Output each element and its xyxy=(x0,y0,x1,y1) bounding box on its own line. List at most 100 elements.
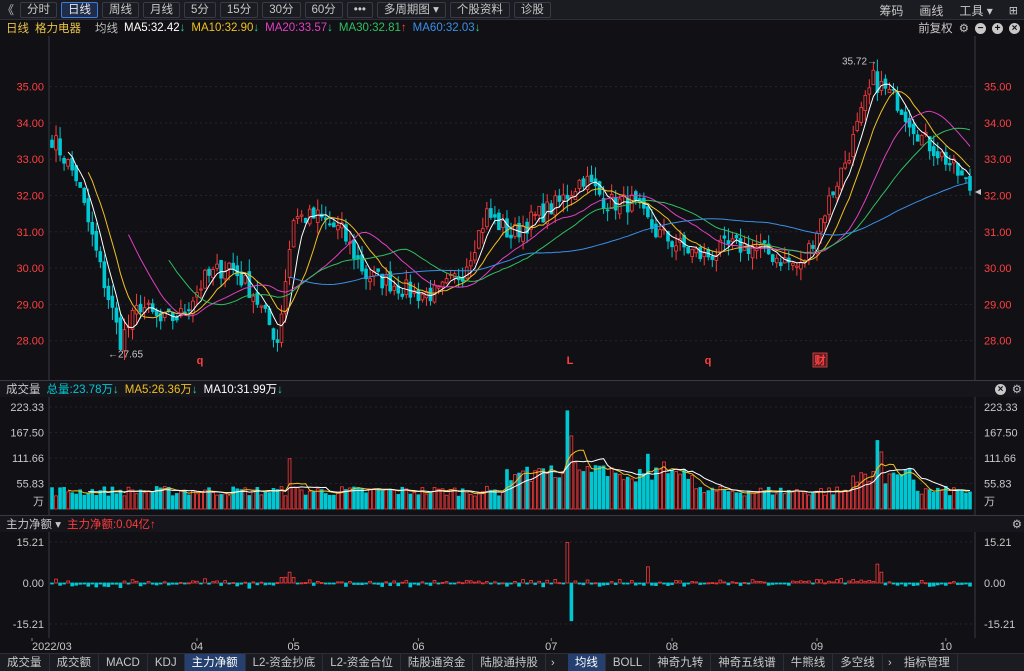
period-button-1[interactable]: 日线 xyxy=(61,1,98,18)
overlay-tab-3[interactable]: 神奇五线谱 xyxy=(711,653,784,671)
flow-bar xyxy=(935,582,940,586)
chevron-right-icon[interactable]: › xyxy=(546,657,560,669)
window-icon[interactable]: ⊞ xyxy=(1009,4,1018,17)
down-arrow-icon: ↓ xyxy=(253,22,260,34)
flow-bar xyxy=(211,581,215,584)
flow-bar xyxy=(863,580,868,584)
minus-icon[interactable]: − xyxy=(975,22,986,34)
candle-body xyxy=(956,163,960,176)
volume-bar xyxy=(923,488,928,510)
flow-bar xyxy=(968,582,972,587)
indicator-tab-0[interactable]: 成交量 xyxy=(0,653,50,671)
close-icon[interactable]: × xyxy=(995,383,1006,395)
candle-body xyxy=(919,134,924,146)
indicator-tab-5[interactable]: L2-资金抄底 xyxy=(246,653,324,671)
settings-icon[interactable]: ⚙ xyxy=(1012,382,1022,396)
period-button-6[interactable]: 30分 xyxy=(262,1,301,18)
candle-body xyxy=(259,305,264,308)
period-button-4[interactable]: 5分 xyxy=(184,1,216,18)
period-buttons: 分时 日线 周线 月线 5分 15分 30分 60分 ••• 多周期图 ▾ 个股资料 诊股 xyxy=(16,1,551,18)
candle-body xyxy=(62,157,66,164)
overlay-tab-0[interactable]: 均线 xyxy=(567,653,606,671)
flow-bar xyxy=(251,581,256,584)
fund-flow-chart[interactable]: 15.21 15.21 0.00 0.00 -15.21 -15.21 xyxy=(0,532,1024,638)
volume-title[interactable]: 成交量 xyxy=(6,381,41,397)
flow-bar xyxy=(529,580,533,584)
volume-bar xyxy=(227,495,231,510)
indicator-tab-2[interactable]: MACD xyxy=(99,653,148,671)
candle-body xyxy=(557,195,562,202)
volume-bar xyxy=(646,453,650,510)
overlay-tab-4[interactable]: 牛熊线 xyxy=(784,653,834,671)
flow-bar xyxy=(875,563,880,584)
volume-bar xyxy=(968,491,972,510)
flow-bar xyxy=(476,580,481,584)
volume-bar xyxy=(191,489,195,510)
flow-bar xyxy=(706,582,711,585)
volume-bar xyxy=(529,481,533,510)
candle-body xyxy=(392,285,397,291)
flow-bar xyxy=(907,582,912,585)
indicator-manage-tab[interactable]: 指标管理 xyxy=(897,653,958,671)
flow-bar xyxy=(621,582,626,585)
volume-bar xyxy=(638,469,642,510)
double-chevron-left-icon[interactable]: 《 xyxy=(0,1,16,18)
close-icon[interactable]: × xyxy=(1009,22,1020,34)
period-button-8[interactable]: ••• xyxy=(346,1,373,18)
period-button-0[interactable]: 分时 xyxy=(20,1,57,18)
flow-bar xyxy=(791,580,795,584)
flow-bar xyxy=(617,579,622,584)
overlay-tab-1[interactable]: BOLL xyxy=(606,653,651,671)
ma-indicator-label[interactable]: 均线 xyxy=(95,20,118,36)
volume-bar xyxy=(903,469,908,510)
indicator-tab-4[interactable]: 主力净额 xyxy=(184,653,246,671)
indicator-tab-7[interactable]: 陆股通资金 xyxy=(401,653,474,671)
indicator-tab-6[interactable]: L2-资金合位 xyxy=(323,653,401,671)
period-button-9[interactable]: 多周期图 ▾ xyxy=(376,1,446,18)
adjust-mode-button[interactable]: 前复权 xyxy=(918,20,953,36)
candle-body xyxy=(863,95,868,111)
candle-body xyxy=(328,223,332,226)
period-button-10[interactable]: 个股资料 xyxy=(449,1,510,18)
period-button-5[interactable]: 15分 xyxy=(219,1,259,18)
indicator-tab-3[interactable]: KDJ xyxy=(148,653,185,671)
period-button-2[interactable]: 周线 xyxy=(102,1,139,18)
flow-bar xyxy=(722,581,727,584)
settings-icon[interactable]: ⚙ xyxy=(1012,517,1022,531)
volume-bar xyxy=(501,491,505,510)
flow-bar xyxy=(102,582,107,587)
volume-bar xyxy=(456,495,461,510)
candle-body xyxy=(895,92,900,111)
flow-bar xyxy=(919,580,924,584)
period-label[interactable]: 日线 xyxy=(6,20,29,36)
period-button-11[interactable]: 诊股 xyxy=(513,1,551,18)
volume-bar xyxy=(939,490,944,510)
period-button-3[interactable]: 月线 xyxy=(143,1,180,18)
candle-body xyxy=(54,135,58,151)
candle-body xyxy=(239,271,244,286)
settings-icon[interactable]: ⚙ xyxy=(959,21,969,35)
volume-bar xyxy=(328,494,332,510)
flow-bar xyxy=(807,580,811,584)
date-axis: 2022/03 04 05 06 07 08 09 10 xyxy=(31,638,952,653)
period-button-7[interactable]: 60分 xyxy=(304,1,343,18)
volume-bar xyxy=(231,486,236,510)
draw-line-button[interactable]: 画线 xyxy=(919,2,943,19)
candlestick-chart[interactable]: 35.00 35.00 34.00 34.00 33.00 33.00 32.00 32.00… xyxy=(0,36,1024,380)
flow-bar xyxy=(416,582,421,586)
overlay-tab-2[interactable]: 神奇九转 xyxy=(650,653,712,671)
volume-bar xyxy=(553,477,558,510)
flow-bar xyxy=(323,582,328,585)
chevron-right-icon[interactable]: › xyxy=(883,657,897,669)
overlay-tab-5[interactable]: 多空线 xyxy=(833,653,883,671)
plus-icon[interactable]: + xyxy=(992,22,1003,34)
chip-button[interactable]: 筹码 xyxy=(879,2,903,19)
tools-menu-button[interactable]: 工具 ▾ xyxy=(959,2,992,19)
volume-bar xyxy=(54,495,58,510)
fund-flow-title[interactable]: 主力净额 ▾ xyxy=(6,516,61,532)
indicator-tab-8[interactable]: 陆股通持股 xyxy=(473,653,546,671)
candle-body xyxy=(899,109,904,115)
candle-body xyxy=(537,206,541,216)
volume-chart[interactable]: 223.33 223.33 167.50 167.50 111.66 111.66 55.8… xyxy=(0,397,1024,515)
indicator-tab-1[interactable]: 成交额 xyxy=(50,653,99,671)
